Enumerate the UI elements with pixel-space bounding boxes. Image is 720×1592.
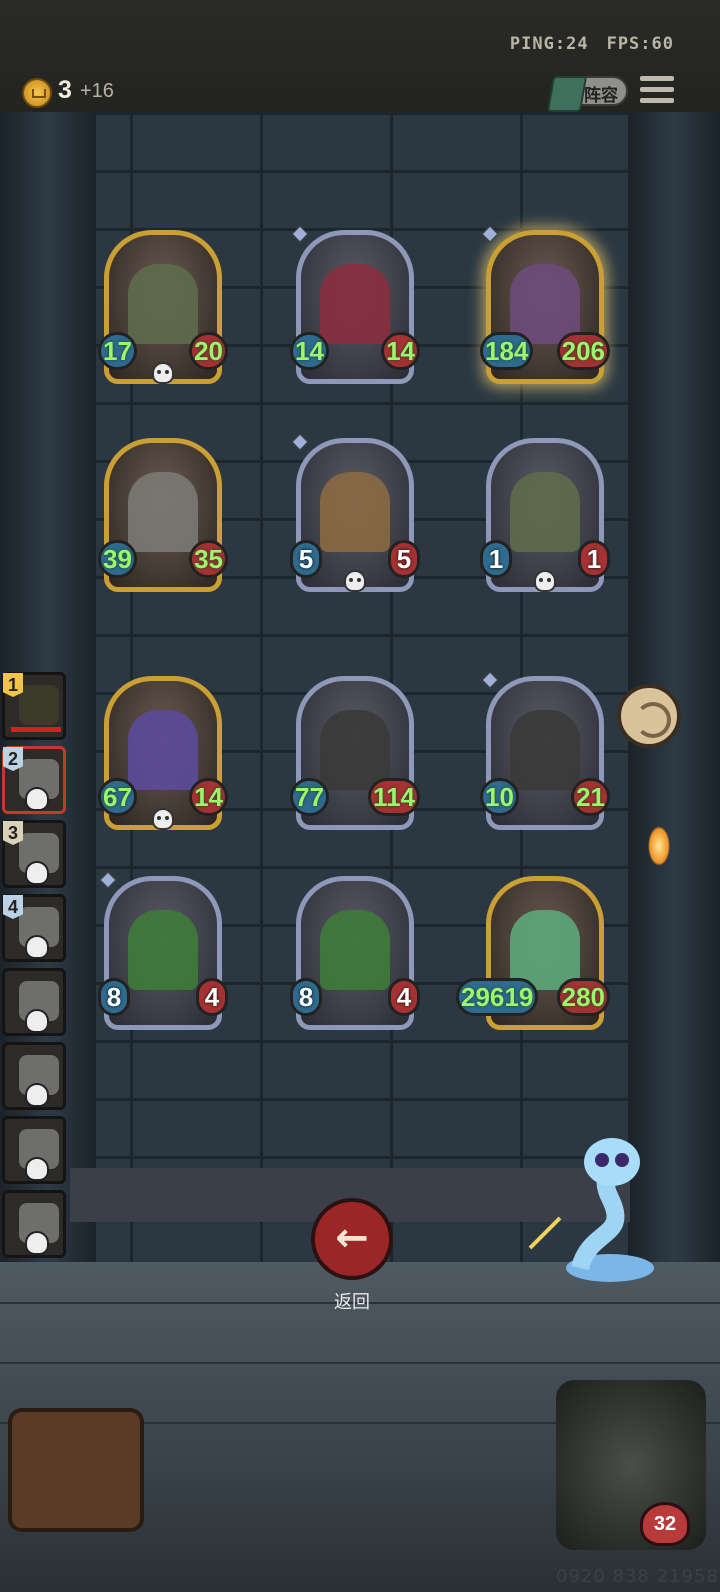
gold-income: +16 bbox=[80, 80, 114, 102]
health-stat: 114 bbox=[368, 778, 420, 816]
back-button[interactable]: ← bbox=[311, 1198, 393, 1280]
skull-icon bbox=[25, 861, 49, 885]
back-label: 返回 bbox=[334, 1292, 370, 1313]
skull-icon bbox=[25, 1083, 49, 1107]
health-stat: 14 bbox=[381, 332, 420, 370]
torch-flame-icon bbox=[648, 826, 670, 866]
book-icon bbox=[546, 76, 588, 112]
minion-card[interactable]: 8 4 bbox=[98, 871, 228, 1034]
hero-health: 32 bbox=[640, 1502, 690, 1546]
rank-badge: 1 bbox=[3, 673, 23, 697]
health-stat: 206 bbox=[556, 332, 610, 370]
skull-icon bbox=[152, 362, 174, 384]
health-stat: 35 bbox=[189, 540, 228, 578]
beast-token-icon[interactable] bbox=[617, 684, 681, 748]
attack-stat: 39 bbox=[98, 540, 137, 578]
player-slot[interactable]: 3 bbox=[2, 820, 66, 888]
gold-count: 3 bbox=[58, 76, 72, 104]
skull-icon bbox=[534, 570, 556, 592]
player-slot[interactable]: 2 bbox=[2, 746, 66, 814]
attack-stat: 29619 bbox=[456, 978, 539, 1016]
player-slot[interactable] bbox=[2, 968, 66, 1036]
attack-stat: 67 bbox=[98, 778, 137, 816]
skull-icon bbox=[25, 1157, 49, 1181]
minion-card[interactable]: 39 35 bbox=[98, 438, 228, 596]
skull-icon bbox=[344, 570, 366, 592]
player-slot[interactable]: 4 bbox=[2, 894, 66, 962]
lineup-button[interactable]: 阵容 bbox=[546, 76, 628, 112]
health-stat: 4 bbox=[196, 978, 228, 1016]
minion-card[interactable]: 14 14 bbox=[290, 225, 420, 388]
menu-icon[interactable] bbox=[640, 76, 674, 106]
minion-card[interactable]: 17 20 bbox=[98, 230, 228, 388]
back-arrow-icon: ← bbox=[335, 1215, 369, 1261]
health-stat: 4 bbox=[388, 978, 420, 1016]
rank-badge: 4 bbox=[3, 895, 23, 919]
minion-card[interactable]: 67 14 bbox=[98, 676, 228, 834]
snake-mascot bbox=[528, 1138, 654, 1282]
attack-stat: 184 bbox=[480, 332, 534, 370]
minion-card[interactable]: 5 5 bbox=[290, 433, 420, 596]
health-bar bbox=[11, 727, 61, 732]
minion-card[interactable]: 10 21 bbox=[480, 671, 610, 834]
skull-icon bbox=[25, 1009, 49, 1033]
health-stat: 20 bbox=[189, 332, 228, 370]
player-slot[interactable] bbox=[2, 1190, 66, 1258]
minion-card[interactable]: 77 114 bbox=[290, 676, 420, 834]
minion-card[interactable]: 1 1 bbox=[480, 438, 610, 596]
rank-badge: 2 bbox=[3, 747, 23, 771]
minion-card[interactable]: 29619 280 bbox=[456, 876, 610, 1034]
attack-stat: 17 bbox=[98, 332, 137, 370]
health-stat: 21 bbox=[571, 778, 610, 816]
top-bar: PING:24 FPS:60 3 +16 阵容 bbox=[0, 0, 720, 115]
minion-card[interactable]: 8 4 bbox=[290, 876, 420, 1034]
attack-stat: 8 bbox=[290, 978, 322, 1016]
watermark-text: 0920 838 21958 bbox=[556, 1566, 719, 1587]
player-slot[interactable]: 1 bbox=[2, 672, 66, 740]
attack-stat: 14 bbox=[290, 332, 329, 370]
attack-stat: 5 bbox=[290, 540, 322, 578]
attack-stat: 8 bbox=[98, 978, 130, 1016]
attack-stat: 77 bbox=[290, 778, 329, 816]
attack-stat: 10 bbox=[480, 778, 519, 816]
minion-card[interactable]: 184 206 bbox=[480, 225, 610, 388]
health-stat: 5 bbox=[388, 540, 420, 578]
fps-readout: FPS:60 bbox=[606, 34, 674, 54]
player-slot[interactable] bbox=[2, 1116, 66, 1184]
health-stat: 1 bbox=[578, 540, 610, 578]
network-stats: PING:24 FPS:60 bbox=[510, 34, 674, 54]
lineup-label: 阵容 bbox=[584, 86, 618, 106]
health-stat: 280 bbox=[556, 978, 610, 1016]
attack-stat: 1 bbox=[480, 540, 512, 578]
rank-badge: 3 bbox=[3, 821, 23, 845]
tavern-shop-icon[interactable] bbox=[8, 1408, 144, 1532]
gold-coin-icon bbox=[22, 78, 52, 108]
skull-icon bbox=[25, 787, 49, 811]
player-slot[interactable] bbox=[2, 1042, 66, 1110]
health-stat: 14 bbox=[189, 778, 228, 816]
ping-readout: PING:24 bbox=[509, 34, 589, 54]
skull-icon bbox=[152, 808, 174, 830]
skull-icon bbox=[25, 935, 49, 959]
skull-icon bbox=[25, 1231, 49, 1255]
